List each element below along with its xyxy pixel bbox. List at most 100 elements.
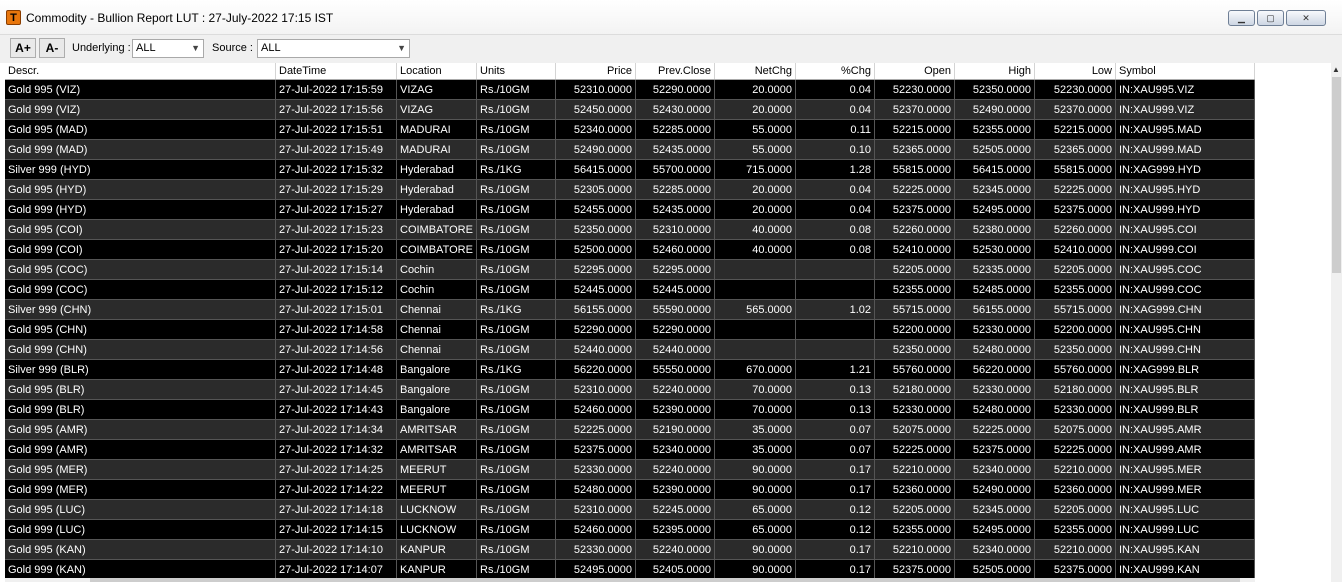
- cell-units: Rs./10GM: [477, 200, 556, 220]
- horizontal-scrollbar[interactable]: [5, 578, 1255, 582]
- cell-high: 52330.0000: [955, 320, 1035, 340]
- table-row[interactable]: Gold 999 (COI) 27-Jul-2022 17:15:20 COIMBA…: [5, 240, 1255, 260]
- underlying-value: ALL: [136, 42, 156, 54]
- cell-location: Cochin: [397, 260, 477, 280]
- cell-descr: Gold 999 (MAD): [5, 140, 276, 160]
- maximize-icon: ▢: [1266, 13, 1275, 23]
- cell-price: 52445.0000: [556, 280, 636, 300]
- column-header-location[interactable]: Location: [397, 63, 477, 79]
- column-header-open[interactable]: Open: [875, 63, 955, 79]
- table-row[interactable]: Gold 995 (CHN) 27-Jul-2022 17:14:58 Chenna…: [5, 320, 1255, 340]
- table-row[interactable]: Gold 995 (COC) 27-Jul-2022 17:15:14 Cochin…: [5, 260, 1255, 280]
- cell-symbol: IN:XAU999.AMR: [1116, 440, 1255, 460]
- table-row[interactable]: Gold 999 (COC) 27-Jul-2022 17:15:12 Cochin…: [5, 280, 1255, 300]
- column-header-descr[interactable]: Descr.: [5, 63, 276, 79]
- title-bar: T Commodity - Bullion Report LUT : 27-Ju…: [0, 0, 1342, 34]
- table-row[interactable]: Gold 995 (LUC) 27-Jul-2022 17:14:18 LUCKNO…: [5, 500, 1255, 520]
- table-row[interactable]: Gold 999 (HYD) 27-Jul-2022 17:15:27 Hydera…: [5, 200, 1255, 220]
- cell-units: Rs./10GM: [477, 260, 556, 280]
- table-row[interactable]: Gold 999 (CHN) 27-Jul-2022 17:14:56 Chenna…: [5, 340, 1255, 360]
- table-row[interactable]: Silver 999 (BLR) 27-Jul-2022 17:14:48 Bang…: [5, 360, 1255, 380]
- column-header-pct-chg[interactable]: %Chg: [796, 63, 875, 79]
- column-header-price[interactable]: Price: [556, 63, 636, 79]
- table-row[interactable]: Silver 999 (HYD) 27-Jul-2022 17:15:32 Hyde…: [5, 160, 1255, 180]
- cell-open: 52350.0000: [875, 340, 955, 360]
- cell-prev-close: 52190.0000: [636, 420, 715, 440]
- cell-units: Rs./1KG: [477, 160, 556, 180]
- table-row[interactable]: Gold 995 (COI) 27-Jul-2022 17:15:23 COIMBA…: [5, 220, 1255, 240]
- cell-datetime: 27-Jul-2022 17:14:48: [276, 360, 397, 380]
- table-row[interactable]: Gold 995 (KAN) 27-Jul-2022 17:14:10 KANPUR…: [5, 540, 1255, 560]
- cell-net-chg: 35.0000: [715, 420, 796, 440]
- cell-descr: Gold 995 (KAN): [5, 540, 276, 560]
- cell-units: Rs./10GM: [477, 520, 556, 540]
- cell-pct-chg: 0.11: [796, 120, 875, 140]
- table-row[interactable]: Gold 999 (BLR) 27-Jul-2022 17:14:43 Bangal…: [5, 400, 1255, 420]
- cell-descr: Gold 995 (BLR): [5, 380, 276, 400]
- column-header-symbol[interactable]: Symbol: [1116, 63, 1255, 79]
- cell-prev-close: 52395.0000: [636, 520, 715, 540]
- cell-units: Rs./10GM: [477, 480, 556, 500]
- window-title: Commodity - Bullion Report LUT : 27-July…: [26, 11, 334, 25]
- table-row[interactable]: Gold 995 (HYD) 27-Jul-2022 17:15:29 Hydera…: [5, 180, 1255, 200]
- table-row[interactable]: Gold 995 (AMR) 27-Jul-2022 17:14:34 AMRITS…: [5, 420, 1255, 440]
- maximize-button[interactable]: ▢: [1257, 10, 1284, 26]
- table-row[interactable]: Gold 999 (MER) 27-Jul-2022 17:14:22 MEERUT…: [5, 480, 1255, 500]
- column-header-units[interactable]: Units: [477, 63, 556, 79]
- vertical-scrollbar[interactable]: ▲: [1331, 63, 1342, 582]
- font-increase-button[interactable]: A+: [10, 38, 36, 58]
- cell-location: KANPUR: [397, 540, 477, 560]
- cell-symbol: IN:XAU999.COI: [1116, 240, 1255, 260]
- table-row[interactable]: Gold 995 (BLR) 27-Jul-2022 17:14:45 Bangal…: [5, 380, 1255, 400]
- cell-low: 55715.0000: [1035, 300, 1116, 320]
- table-row[interactable]: Gold 995 (VIZ) 27-Jul-2022 17:15:59 VIZAG R…: [5, 80, 1255, 100]
- cell-price: 56415.0000: [556, 160, 636, 180]
- close-button[interactable]: ✕: [1286, 10, 1326, 26]
- underlying-select[interactable]: ALL ▼: [132, 39, 204, 58]
- cell-high: 52505.0000: [955, 140, 1035, 160]
- table-row[interactable]: Gold 999 (MAD) 27-Jul-2022 17:15:49 MADURA…: [5, 140, 1255, 160]
- cell-high: 52350.0000: [955, 80, 1035, 100]
- app-logo-icon: T: [6, 10, 21, 25]
- cell-datetime: 27-Jul-2022 17:15:51: [276, 120, 397, 140]
- cell-net-chg: 565.0000: [715, 300, 796, 320]
- cell-net-chg: 20.0000: [715, 100, 796, 120]
- cell-open: 52360.0000: [875, 480, 955, 500]
- cell-net-chg: 40.0000: [715, 220, 796, 240]
- table-row[interactable]: Gold 999 (KAN) 27-Jul-2022 17:14:07 KANPUR…: [5, 560, 1255, 580]
- column-header-net-chg[interactable]: NetChg: [715, 63, 796, 79]
- cell-units: Rs./10GM: [477, 220, 556, 240]
- cell-pct-chg: 0.12: [796, 500, 875, 520]
- minimize-icon: ▁: [1238, 13, 1245, 23]
- cell-descr: Gold 995 (HYD): [5, 180, 276, 200]
- table-row[interactable]: Gold 999 (VIZ) 27-Jul-2022 17:15:56 VIZAG R…: [5, 100, 1255, 120]
- cell-low: 52350.0000: [1035, 340, 1116, 360]
- cell-symbol: IN:XAG999.HYD: [1116, 160, 1255, 180]
- cell-units: Rs./10GM: [477, 500, 556, 520]
- close-icon: ✕: [1302, 13, 1310, 23]
- table-row[interactable]: Gold 999 (AMR) 27-Jul-2022 17:14:32 AMRITS…: [5, 440, 1255, 460]
- cell-open: 52210.0000: [875, 540, 955, 560]
- cell-prev-close: 52240.0000: [636, 540, 715, 560]
- table-row[interactable]: Gold 995 (MAD) 27-Jul-2022 17:15:51 MADURA…: [5, 120, 1255, 140]
- cell-datetime: 27-Jul-2022 17:15:59: [276, 80, 397, 100]
- cell-units: Rs./10GM: [477, 120, 556, 140]
- cell-descr: Gold 995 (LUC): [5, 500, 276, 520]
- minimize-button[interactable]: ▁: [1228, 10, 1255, 26]
- cell-low: 52230.0000: [1035, 80, 1116, 100]
- hscroll-thumb[interactable]: [90, 578, 1240, 582]
- column-header-datetime[interactable]: DateTime: [276, 63, 397, 79]
- table-row[interactable]: Silver 999 (CHN) 27-Jul-2022 17:15:01 Chen…: [5, 300, 1255, 320]
- source-select[interactable]: ALL ▼: [257, 39, 410, 58]
- font-decrease-button[interactable]: A-: [39, 38, 65, 58]
- column-header-high[interactable]: High: [955, 63, 1035, 79]
- table-row[interactable]: Gold 999 (LUC) 27-Jul-2022 17:14:15 LUCKNO…: [5, 520, 1255, 540]
- column-header-low[interactable]: Low: [1035, 63, 1116, 79]
- cell-prev-close: 52390.0000: [636, 480, 715, 500]
- column-header-prev-close[interactable]: Prev.Close: [636, 63, 715, 79]
- scroll-up-icon[interactable]: ▲: [1332, 65, 1340, 74]
- cell-datetime: 27-Jul-2022 17:14:10: [276, 540, 397, 560]
- toolbar: A+ A- Underlying : ALL ▼ Source : ALL ▼: [0, 34, 1342, 63]
- scroll-thumb[interactable]: [1332, 77, 1341, 273]
- table-row[interactable]: Gold 995 (MER) 27-Jul-2022 17:14:25 MEERUT…: [5, 460, 1255, 480]
